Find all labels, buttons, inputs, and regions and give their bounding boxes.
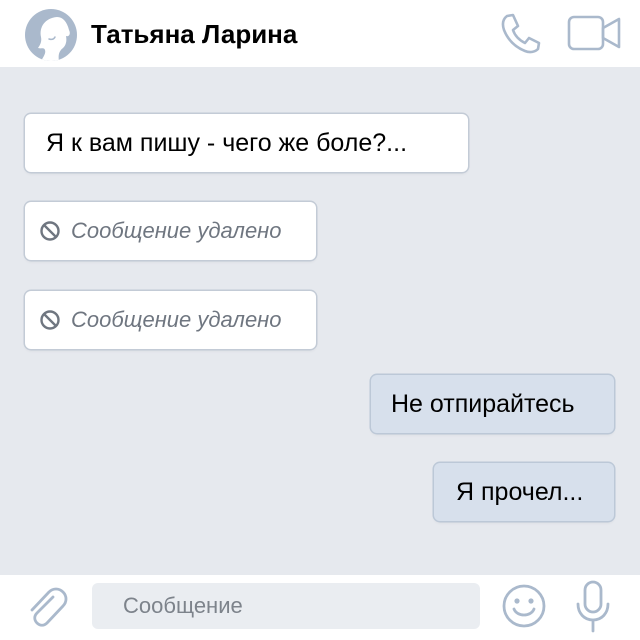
deleted-message[interactable]: Сообщение удалено	[25, 291, 316, 349]
emoji-button[interactable]	[501, 583, 547, 629]
avatar[interactable]	[25, 9, 77, 61]
deleted-message-text: Сообщение удалено	[71, 307, 282, 332]
contact-name[interactable]: Татьяна Ларина	[91, 19, 297, 49]
message-list[interactable]: Я к вам пишу - чего же боле?... Сообщени…	[0, 67, 640, 575]
ban-icon	[40, 310, 60, 330]
message-text: Не отпирайтесь	[391, 389, 575, 418]
composer-bar	[0, 575, 640, 640]
video-call-button[interactable]	[566, 12, 622, 56]
call-button[interactable]	[498, 12, 542, 56]
video-camera-icon	[567, 15, 621, 51]
message-text: Я к вам пишу - чего же боле?...	[46, 128, 408, 157]
outgoing-message[interactable]: Я прочел...	[434, 463, 614, 521]
ban-icon	[40, 221, 60, 241]
paperclip-icon	[30, 587, 68, 627]
phone-icon	[501, 13, 541, 54]
profile-silhouette-icon	[38, 17, 70, 61]
attach-button[interactable]	[24, 585, 70, 631]
microphone-button[interactable]	[572, 580, 614, 634]
deleted-message[interactable]: Сообщение удалено	[25, 202, 316, 260]
deleted-message-text: Сообщение удалено	[71, 218, 282, 243]
outgoing-message[interactable]: Не отпирайтесь	[371, 375, 614, 433]
microphone-icon	[576, 580, 610, 633]
incoming-message[interactable]: Я к вам пишу - чего же боле?...	[25, 114, 468, 172]
smiley-icon	[502, 584, 546, 628]
chat-header: Татьяна Ларина	[0, 0, 640, 67]
message-input[interactable]	[92, 583, 480, 629]
message-text: Я прочел...	[456, 477, 584, 506]
